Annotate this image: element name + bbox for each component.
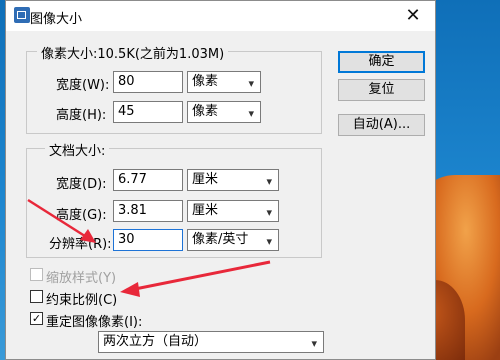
chevron-down-icon: ▾	[248, 77, 254, 90]
constrain-proportions-label: 约束比例(C)	[46, 293, 118, 308]
reset-button[interactable]: 复位	[338, 79, 425, 101]
doc-height-input[interactable]: 3.81	[113, 200, 183, 222]
scale-styles-label: 缩放样式(Y)	[46, 271, 117, 286]
scale-styles-checkbox[interactable]	[30, 268, 43, 281]
resample-method-select[interactable]: 两次立方（自动） ▾	[98, 331, 324, 353]
pixel-width-unit-value: 像素	[192, 74, 219, 89]
resolution-unit-value: 像素/英寸	[192, 232, 249, 247]
chevron-down-icon: ▾	[266, 235, 272, 248]
ok-button[interactable]: 确定	[338, 51, 425, 73]
auto-button[interactable]: 自动(A)...	[338, 114, 425, 136]
resample-label: 重定图像像素(I):	[46, 315, 143, 330]
doc-width-input[interactable]: 6.77	[113, 169, 183, 191]
doc-height-label: 高度(G):	[56, 208, 107, 223]
pixel-height-unit-value: 像素	[192, 104, 219, 119]
pixel-width-label: 宽度(W):	[56, 78, 110, 93]
window-title: 图像大小	[30, 12, 83, 27]
chevron-down-icon: ▾	[248, 107, 254, 120]
doc-width-unit-value: 厘米	[192, 172, 219, 187]
pixel-height-input[interactable]: 45	[113, 101, 183, 123]
title-bar: 图像大小 ✕	[6, 1, 435, 31]
doc-width-unit-select[interactable]: 厘米 ▾	[187, 169, 279, 191]
chevron-down-icon: ▾	[311, 337, 317, 350]
doc-height-unit-select[interactable]: 厘米 ▾	[187, 200, 279, 222]
document-size-legend: 文档大小:	[45, 140, 110, 159]
close-button[interactable]: ✕	[391, 1, 435, 31]
app-icon	[14, 7, 30, 23]
image-size-dialog: 图像大小 ✕ 像素大小:10.5K(之前为1.03M) 宽度(W): 80 像素…	[5, 0, 436, 360]
doc-height-unit-value: 厘米	[192, 203, 219, 218]
pixel-width-unit-select[interactable]: 像素 ▾	[187, 71, 261, 93]
pixel-height-label: 高度(H):	[56, 108, 107, 123]
pixel-width-input[interactable]: 80	[113, 71, 183, 93]
resolution-input[interactable]: 30	[113, 229, 183, 251]
chevron-down-icon: ▾	[266, 175, 272, 188]
pixel-dimensions-legend: 像素大小:10.5K(之前为1.03M)	[37, 43, 229, 62]
chevron-down-icon: ▾	[266, 206, 272, 219]
resolution-label: 分辨率(R):	[49, 237, 112, 252]
resample-checkbox[interactable]: ✓	[30, 312, 43, 325]
constrain-proportions-checkbox[interactable]	[30, 290, 43, 303]
resample-method-value: 两次立方（自动）	[103, 334, 208, 349]
pixel-height-unit-select[interactable]: 像素 ▾	[187, 101, 261, 123]
doc-width-label: 宽度(D):	[56, 177, 107, 192]
resolution-unit-select[interactable]: 像素/英寸 ▾	[187, 229, 279, 251]
